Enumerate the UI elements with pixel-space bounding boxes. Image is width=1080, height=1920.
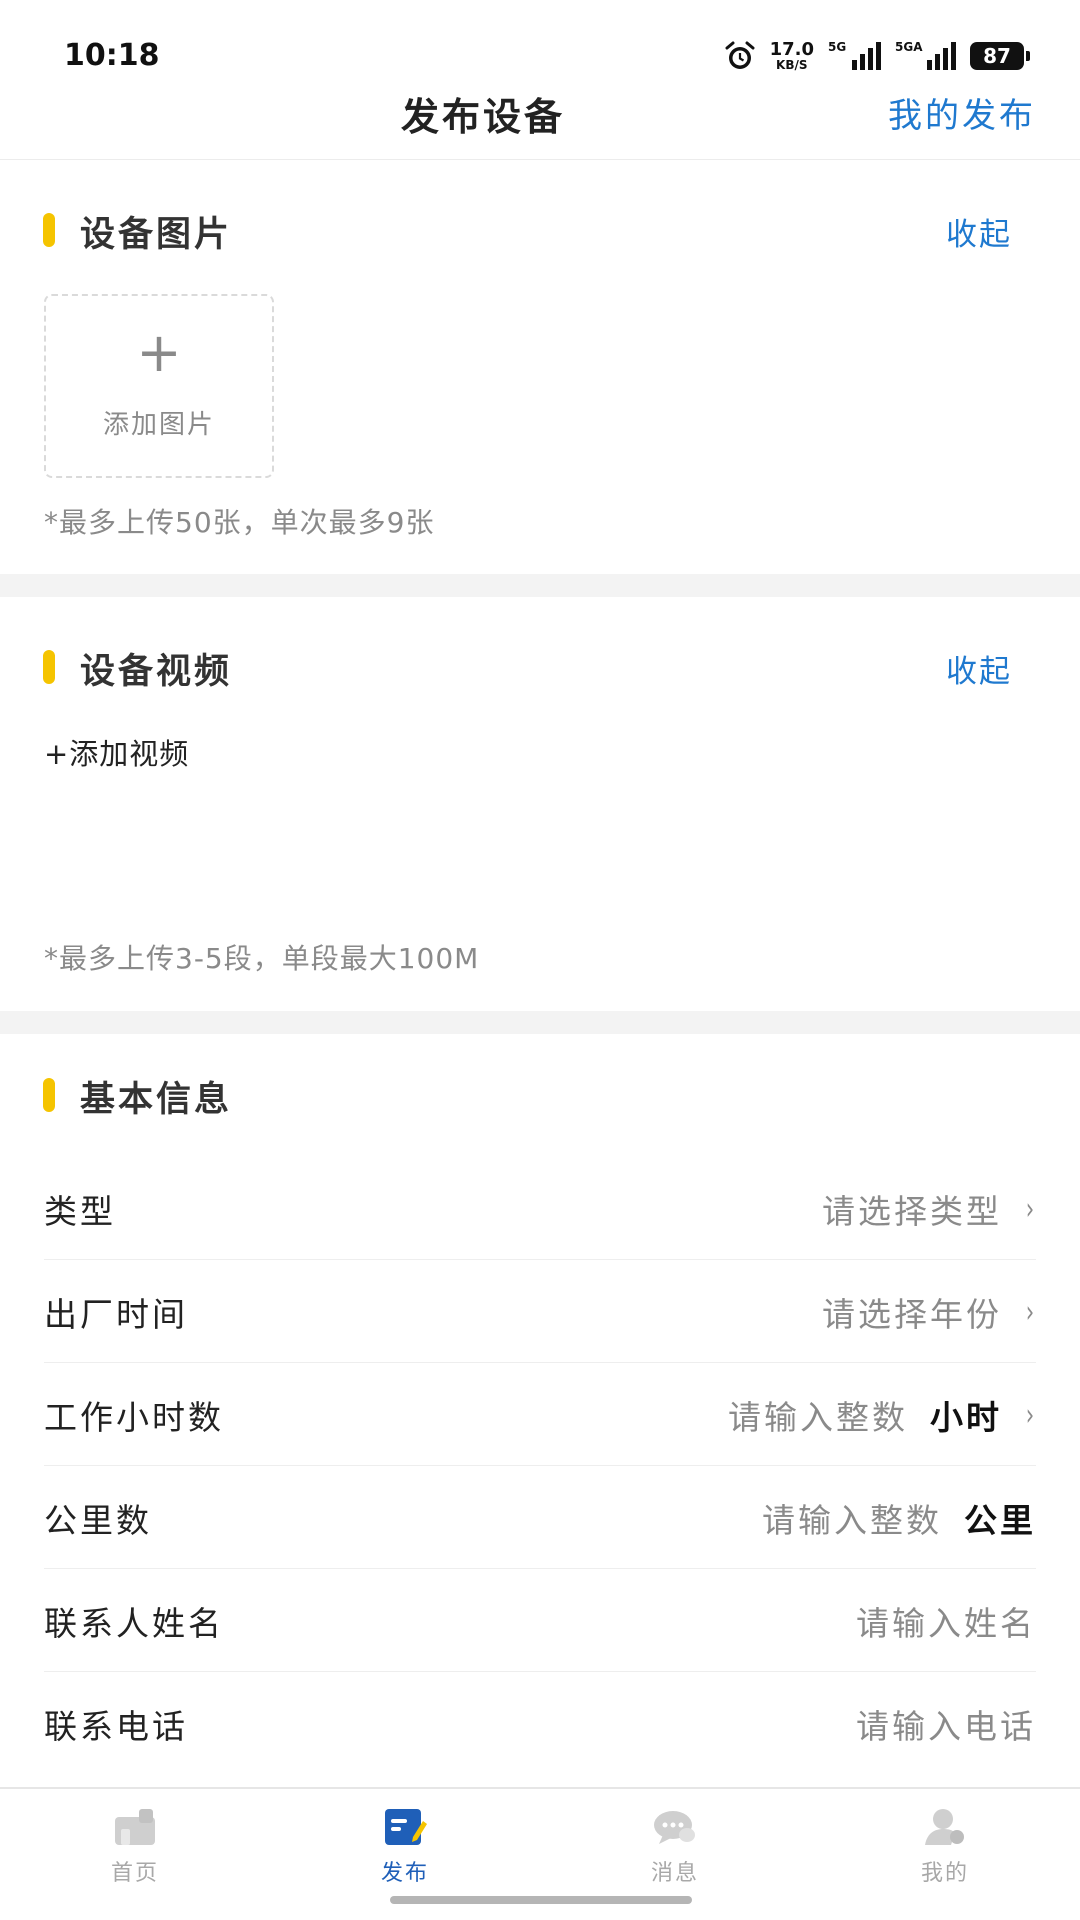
alarm-icon [724, 40, 756, 72]
status-bar: 10:18 17.0 KB/S 5G 5GA 87 [0, 0, 1080, 80]
network-speed-value: 17.0 [769, 39, 814, 60]
publish-icon [383, 1807, 427, 1847]
section-divider [0, 1011, 1080, 1034]
row-value[interactable]: 请选择类型 › [822, 1185, 1036, 1233]
basic-info-title: 基本信息 [80, 1080, 233, 1120]
section-divider [0, 574, 1080, 597]
tab-label: 消息 [650, 1861, 699, 1886]
contact-phone-input[interactable]: 请输入电话 [856, 1700, 1036, 1748]
photos-hint: *最多上传50张，单次最多9张 [44, 506, 435, 539]
form-row-contact-phone[interactable]: 联系电话 请输入电话 [44, 1672, 1036, 1775]
row-label: 工作小时数 [44, 1398, 224, 1437]
home-icon [113, 1807, 157, 1847]
tab-label: 发布 [380, 1861, 429, 1886]
row-value[interactable]: 请输入姓名 [856, 1597, 1036, 1645]
row-label: 出厂时间 [44, 1295, 188, 1334]
work-hours-input[interactable]: 请输入整数 [728, 1391, 908, 1439]
form-row-type[interactable]: 类型 请选择类型 › [44, 1157, 1036, 1260]
form-row-mileage[interactable]: 公里数 请输入整数 公里 [44, 1466, 1036, 1569]
section-marker [43, 1078, 55, 1112]
my-publish-link[interactable]: 我的发布 [888, 88, 1036, 137]
tab-messages[interactable]: 消息 [540, 1789, 810, 1899]
hours-unit: 小时 [930, 1398, 1002, 1437]
add-video-button[interactable]: +添加视频 [44, 731, 189, 773]
tab-profile[interactable]: 我的 [810, 1789, 1080, 1899]
tab-label: 首页 [110, 1861, 159, 1886]
row-value[interactable]: 请输入整数 小时 › [728, 1391, 1036, 1439]
videos-collapse-button[interactable]: 收起 [946, 646, 1012, 691]
km-unit: 公里 [964, 1501, 1036, 1540]
tab-label: 我的 [920, 1861, 969, 1886]
sim1-network-tag: 5G [828, 40, 847, 54]
photos-collapse-button[interactable]: 收起 [946, 209, 1012, 254]
network-speed-unit: KB/S [776, 58, 808, 72]
chevron-right-icon: › [1025, 1397, 1035, 1433]
signal-icon-sim2: 5GA [895, 40, 956, 70]
status-time: 10:18 [64, 38, 160, 73]
videos-hint: *最多上传3-5段，单段最大100M [44, 942, 480, 975]
tab-publish[interactable]: 发布 [270, 1789, 540, 1899]
signal-icon-sim1: 5G [828, 40, 881, 70]
contact-name-input[interactable]: 请输入姓名 [856, 1597, 1036, 1645]
mileage-input[interactable]: 请输入整数 [762, 1494, 942, 1542]
tab-home[interactable]: 首页 [0, 1789, 270, 1899]
message-icon [653, 1807, 697, 1847]
chevron-right-icon: › [1025, 1191, 1035, 1227]
add-photo-button[interactable]: + 添加图片 [44, 294, 274, 478]
year-selector[interactable]: 请选择年份 [822, 1288, 1002, 1336]
page-title: 发布设备 [400, 95, 565, 139]
profile-icon [923, 1807, 967, 1847]
row-value[interactable]: 请选择年份 › [822, 1288, 1036, 1336]
row-label: 联系电话 [44, 1707, 188, 1746]
network-speed: 17.0 KB/S [769, 39, 814, 72]
row-label: 公里数 [44, 1501, 152, 1540]
row-label: 联系人姓名 [44, 1604, 224, 1643]
row-value[interactable]: 请输入整数 公里 [762, 1494, 1036, 1542]
section-marker [43, 213, 55, 247]
app-header: 发布设备 我的发布 [0, 80, 1080, 160]
sim2-network-tag: 5GA [895, 40, 923, 54]
chevron-right-icon: › [1025, 1294, 1035, 1330]
form-row-work-hours[interactable]: 工作小时数 请输入整数 小时 › [44, 1363, 1036, 1466]
form-row-year[interactable]: 出厂时间 请选择年份 › [44, 1260, 1036, 1363]
battery-icon: 87 [970, 42, 1030, 70]
form-row-contact-name[interactable]: 联系人姓名 请输入姓名 [44, 1569, 1036, 1672]
plus-icon: + [136, 321, 182, 384]
type-selector[interactable]: 请选择类型 [822, 1185, 1002, 1233]
add-photo-label: 添加图片 [102, 410, 215, 440]
section-marker [43, 650, 55, 684]
row-value[interactable]: 请输入电话 [856, 1700, 1036, 1748]
videos-section-title: 设备视频 [80, 652, 233, 692]
row-label: 类型 [44, 1192, 116, 1231]
battery-level: 87 [983, 44, 1011, 68]
status-icons: 17.0 KB/S 5G 5GA 87 [724, 38, 1030, 74]
home-indicator[interactable] [390, 1896, 692, 1904]
photos-section-title: 设备图片 [80, 215, 233, 255]
